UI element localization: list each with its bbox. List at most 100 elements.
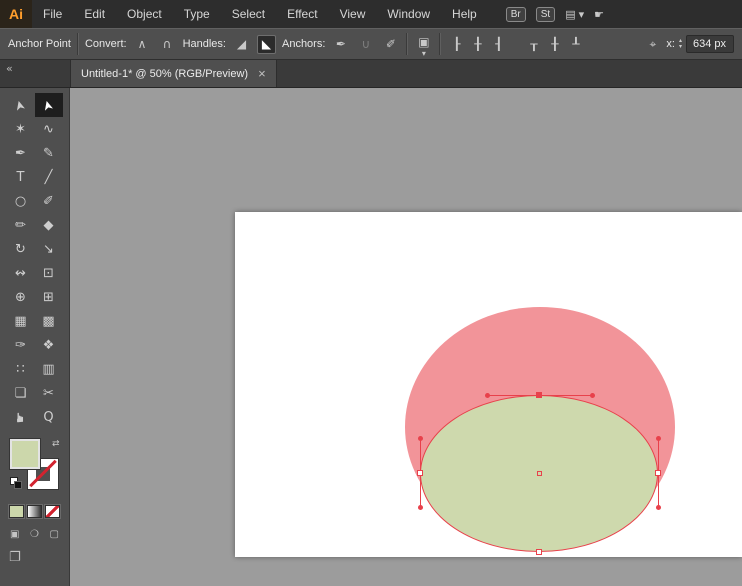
zoom-tool[interactable]: Q [35,405,63,429]
document-tab[interactable]: Untitled-1* @ 50% (RGB/Preview) × [70,60,277,87]
type-icon: T [17,170,25,185]
collapse-panel-icon[interactable]: « [0,60,70,87]
left-anchor-point[interactable] [417,470,423,476]
symbol-sprayer-tool[interactable]: ∷ [7,357,35,381]
draw-behind-icon[interactable]: ❍ [30,529,39,540]
paintbrush-tool[interactable]: ✐ [35,189,63,213]
stepper-down-icon[interactable]: ▾ [679,44,682,50]
remove-anchor-icon[interactable]: ✒ [331,35,350,54]
slice-tool[interactable]: ✂ [35,381,63,405]
align-v-center-icon[interactable]: ╂ [545,35,564,54]
align-bottom-icon[interactable]: ┸ [566,35,585,54]
paintbrush-icon: ✐ [43,194,54,209]
handle-end-dot[interactable] [485,393,490,398]
reference-point-icon[interactable]: ⌖ [643,35,662,54]
menu-object[interactable]: Object [116,0,173,28]
bottom-anchor-point[interactable] [536,549,542,555]
align-top-icon[interactable]: ┰ [524,35,543,54]
menu-window[interactable]: Window [376,0,441,28]
align-right-icon[interactable]: ┨ [489,35,508,54]
hand-tool[interactable]: ☛ [7,405,35,429]
menu-file[interactable]: File [32,0,73,28]
rotate-tool[interactable]: ↻ [7,237,35,261]
perspective-grid-tool[interactable]: ⊞ [35,285,63,309]
curvature-tool[interactable]: ✎ [35,141,63,165]
draw-normal-icon[interactable]: ▣ [10,529,19,540]
right-anchor-point[interactable] [655,470,661,476]
workspace-switcher[interactable]: ▤ ▾ [565,8,584,21]
blend-tool[interactable]: ❖ [35,333,63,357]
menu-select[interactable]: Select [221,0,276,28]
line-segment-tool[interactable]: ╱ [35,165,63,189]
cut-path-icon[interactable]: ✐ [381,35,400,54]
fill-swatch[interactable] [10,439,40,469]
column-graph-tool[interactable]: ▥ [35,357,63,381]
gradient-button[interactable] [27,505,42,518]
divider [77,33,79,55]
document-tab-title: Untitled-1* @ 50% (RGB/Preview) [81,68,248,80]
anchors-label: Anchors: [282,38,325,50]
eyedropper-icon: ✑ [15,338,26,353]
x-value-input[interactable]: 634 px [686,35,734,53]
free-transform-icon: ⊡ [43,266,54,281]
handle-end-dot[interactable] [418,436,423,441]
color-button[interactable] [9,505,24,518]
direct-selection-tool[interactable]: ➤ [35,93,63,117]
screen-mode-button[interactable]: ❐ [9,550,21,565]
perspective-grid-icon: ⊞ [43,290,54,305]
none-button[interactable] [45,505,60,518]
magic-wand-tool[interactable]: ✶ [7,117,35,141]
align-h-center-icon[interactable]: ╂ [468,35,487,54]
ellipse-tool[interactable]: ○ [7,189,35,213]
handle-end-dot[interactable] [656,505,661,510]
artboard[interactable] [235,212,742,557]
shape-builder-tool[interactable]: ⊕ [7,285,35,309]
touch-workspace-icon[interactable]: ☛ [594,8,604,21]
pen-tool[interactable]: ✒ [7,141,35,165]
menu-help[interactable]: Help [441,0,488,28]
direct-selection-icon: ➤ [40,98,57,112]
draw-inside-icon[interactable]: ▢ [50,529,59,540]
pencil-tool[interactable]: ✏ [7,213,35,237]
hide-handles-icon[interactable]: ◢ [232,35,251,54]
top-anchor-point[interactable] [536,392,542,398]
slice-icon: ✂ [43,386,54,401]
mesh-tool[interactable]: ▦ [7,309,35,333]
lasso-tool[interactable]: ∿ [35,117,63,141]
artboard-tool[interactable]: ❏ [7,381,35,405]
close-tab-icon[interactable]: × [258,66,266,81]
swap-fill-stroke-icon[interactable]: ⇄ [52,439,60,449]
menu-type[interactable]: Type [173,0,221,28]
pencil-icon: ✏ [15,218,26,233]
workspace-layout-icon: ▤ [565,8,575,21]
menu-effect[interactable]: Effect [276,0,328,28]
scale-tool[interactable]: ↘ [35,237,63,261]
document-tab-bar: « Untitled-1* @ 50% (RGB/Preview) × [0,60,742,88]
vertical-align-group: ┰ ╂ ┸ [524,35,585,54]
canvas[interactable] [70,88,742,586]
connect-endpoints-icon[interactable]: ∪ [356,35,375,54]
align-left-icon[interactable]: ┠ [447,35,466,54]
type-tool[interactable]: T [7,165,35,189]
gradient-tool[interactable]: ▩ [35,309,63,333]
stock-button[interactable]: St [536,7,555,22]
convert-to-smooth-icon[interactable]: ∩ [158,35,177,54]
shaper-tool[interactable]: ◆ [35,213,63,237]
free-transform-tool[interactable]: ⊡ [35,261,63,285]
transform-menu-button[interactable]: ▣▾ [414,35,433,54]
eyedropper-tool[interactable]: ✑ [7,333,35,357]
width-tool[interactable]: ↭ [7,261,35,285]
lasso-icon: ∿ [43,122,54,137]
default-fill-stroke-icon[interactable] [10,477,24,489]
selection-tool[interactable]: ➤ [7,93,35,117]
x-stepper[interactable]: ▴ ▾ [679,38,682,50]
handle-end-dot[interactable] [418,505,423,510]
convert-to-corner-icon[interactable]: ∧ [133,35,152,54]
bridge-button[interactable]: Br [506,7,526,22]
menu-view[interactable]: View [329,0,377,28]
illustrator-logo[interactable]: Ai [0,0,32,28]
handle-end-dot[interactable] [590,393,595,398]
show-handles-icon[interactable]: ◣ [257,35,276,54]
menu-edit[interactable]: Edit [73,0,116,28]
handle-end-dot[interactable] [656,436,661,441]
